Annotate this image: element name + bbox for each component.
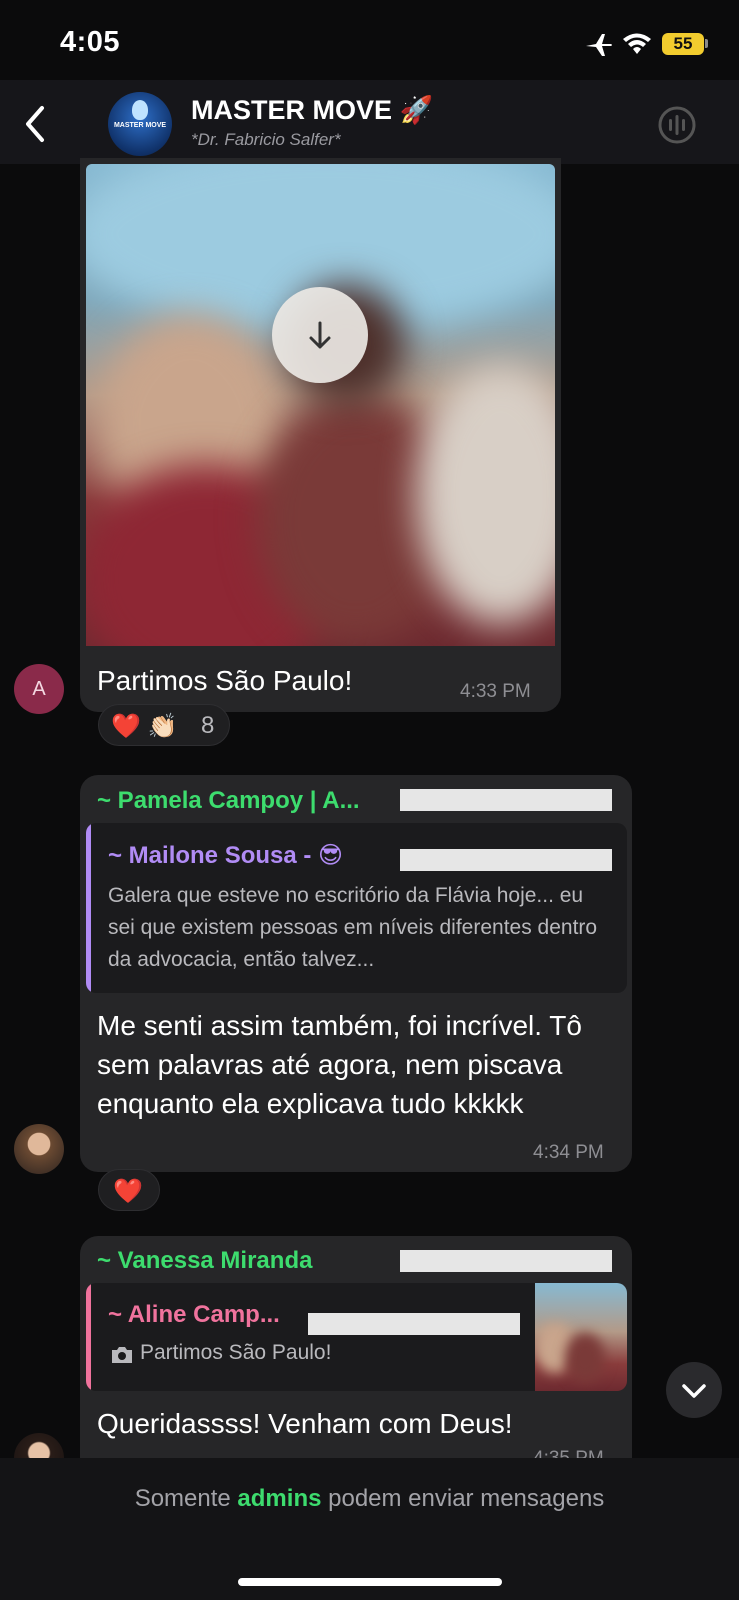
redacted-phone (400, 789, 612, 811)
download-button[interactable] (272, 287, 368, 383)
redacted-phone (308, 1313, 520, 1335)
reply-bar (86, 1283, 91, 1391)
back-arrow-icon[interactable] (20, 104, 50, 144)
redacted-phone (400, 1250, 612, 1272)
message-time: 4:33 PM (460, 681, 531, 702)
sender-name[interactable]: ~ Vanessa Miranda (97, 1247, 312, 1275)
notice-prefix: Somente (134, 1485, 231, 1512)
chat-subtitle: *Dr. Fabricio Salfer* (191, 130, 341, 149)
home-indicator (238, 1578, 502, 1586)
photo-thumbnail[interactable] (86, 164, 555, 646)
battery-tip (705, 39, 708, 48)
group-avatar-label: MASTER MOVE (113, 122, 167, 129)
download-arrow-icon (309, 321, 331, 349)
reply-text: Galera que esteve no escritório da Flávi… (108, 884, 598, 971)
reply-sender: ~ Aline Camp... (108, 1301, 280, 1328)
chat-title[interactable]: MASTER MOVE 🚀 (191, 94, 433, 126)
message-text: Queridassss! Venham com Deus! (97, 1408, 513, 1439)
scroll-to-bottom-button[interactable] (666, 1362, 722, 1418)
voice-chat-icon[interactable] (656, 104, 698, 146)
reply-bar (86, 823, 91, 993)
camera-icon (112, 1347, 132, 1363)
reaction-emojis: ❤️ (113, 1178, 143, 1205)
notice-suffix: podem enviar mensagens (328, 1485, 605, 1512)
status-time: 4:05 (60, 26, 121, 58)
message-text: Partimos São Paulo! (97, 665, 353, 696)
logo-drop-icon (132, 100, 148, 120)
message-text: Me senti assim também, foi incrível. Tô … (97, 1010, 582, 1119)
sender-name[interactable]: ~ Pamela Campoy | A... (97, 787, 360, 815)
reply-quote[interactable]: ~ Aline Camp... Partimos São Paulo! (86, 1283, 627, 1391)
chevron-down-icon (682, 1384, 706, 1398)
avatar[interactable] (14, 1124, 64, 1174)
reply-sender: ~ Mailone Sousa - 😎 (108, 842, 344, 869)
reply-photo-thumbnail (535, 1283, 627, 1391)
airplane-mode-icon (586, 34, 612, 56)
admins-only-notice: Somente admins podem enviar mensagens (0, 1485, 739, 1513)
group-avatar[interactable]: MASTER MOVE (108, 92, 172, 156)
redacted-phone (400, 849, 612, 871)
wifi-icon (623, 33, 651, 54)
reactions-pill[interactable]: ❤️ 👏🏻 8 (98, 704, 230, 746)
reply-text: Partimos São Paulo! (140, 1341, 332, 1364)
battery-indicator: 55 (662, 33, 704, 55)
notice-admins: admins (237, 1485, 322, 1512)
reply-quote[interactable]: ~ Mailone Sousa - 😎 Galera que esteve no… (86, 823, 627, 993)
message-time: 4:34 PM (533, 1142, 604, 1163)
reaction-count: 8 (201, 712, 215, 739)
reactions-pill[interactable]: ❤️ (98, 1169, 160, 1211)
avatar[interactable]: A (14, 664, 64, 714)
reaction-emojis: ❤️ 👏🏻 (111, 713, 178, 740)
